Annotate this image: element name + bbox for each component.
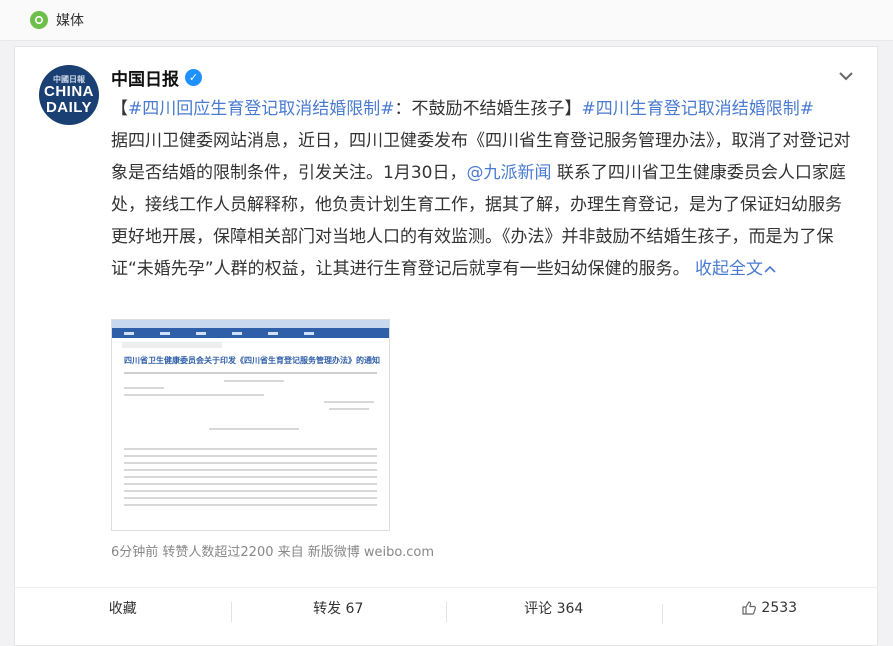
thumbs-up-icon bbox=[742, 601, 757, 615]
chevron-down-icon[interactable] bbox=[837, 67, 855, 85]
weibo-post-card: 中國日報 CHINA DAILY 中国日报 ✓ 【#四川回应生育登记取消结婚限制… bbox=[14, 46, 878, 646]
avatar-line1: CHINA bbox=[44, 82, 94, 100]
headline-rest: ：不鼓励不结婚生孩子】 bbox=[394, 99, 582, 119]
avatar[interactable]: 中國日報 CHINA DAILY bbox=[39, 65, 99, 125]
collapse-link[interactable]: 收起全文 bbox=[695, 259, 777, 279]
media-logo-icon bbox=[30, 11, 48, 29]
like-count: 2533 bbox=[761, 600, 798, 616]
like-button[interactable]: 2533 bbox=[661, 600, 878, 624]
post-text: 【#四川回应生育登记取消结婚限制#：不鼓励不结婚生孩子】#四川生育登记取消结婚限… bbox=[111, 93, 851, 285]
comment-button[interactable]: 评论 364 bbox=[446, 598, 662, 622]
repost-button[interactable]: 转发 67 bbox=[230, 598, 447, 622]
favorite-button[interactable]: 收藏 bbox=[15, 598, 231, 618]
chevron-up-icon bbox=[764, 265, 776, 273]
headline-bracket: 【 bbox=[111, 99, 128, 119]
topbar-label: 媒体 bbox=[56, 13, 84, 29]
collapse-label: 收起全文 bbox=[695, 259, 764, 279]
avatar-line2: DAILY bbox=[45, 98, 93, 116]
action-bar: 收藏 转发 67 评论 364 2533 bbox=[15, 587, 877, 628]
author-row: 中国日报 ✓ bbox=[111, 65, 202, 90]
author-name[interactable]: 中国日报 bbox=[111, 65, 179, 90]
mention-link[interactable]: @九派新闻 bbox=[466, 163, 551, 183]
repost-label: 转发 67 bbox=[313, 601, 364, 617]
verified-icon: ✓ bbox=[185, 69, 202, 86]
comment-label: 评论 364 bbox=[524, 601, 584, 617]
hashtag-link-1[interactable]: #四川回应生育登记取消结婚限制# bbox=[128, 99, 395, 119]
post-meta: 6分钟前 转赞人数超过2200 来自 新版微博 weibo.com bbox=[111, 545, 435, 560]
topbar: 媒体 bbox=[0, 0, 893, 41]
image-doc-title: 四川省卫生健康委员会关于印发《四川省生育登记服务管理办法》的通知 bbox=[124, 356, 380, 365]
favorite-label: 收藏 bbox=[108, 601, 137, 617]
post-image[interactable]: 四川省卫生健康委员会关于印发《四川省生育登记服务管理办法》的通知 bbox=[111, 319, 390, 531]
hashtag-link-2[interactable]: #四川生育登记取消结婚限制# bbox=[582, 99, 815, 119]
